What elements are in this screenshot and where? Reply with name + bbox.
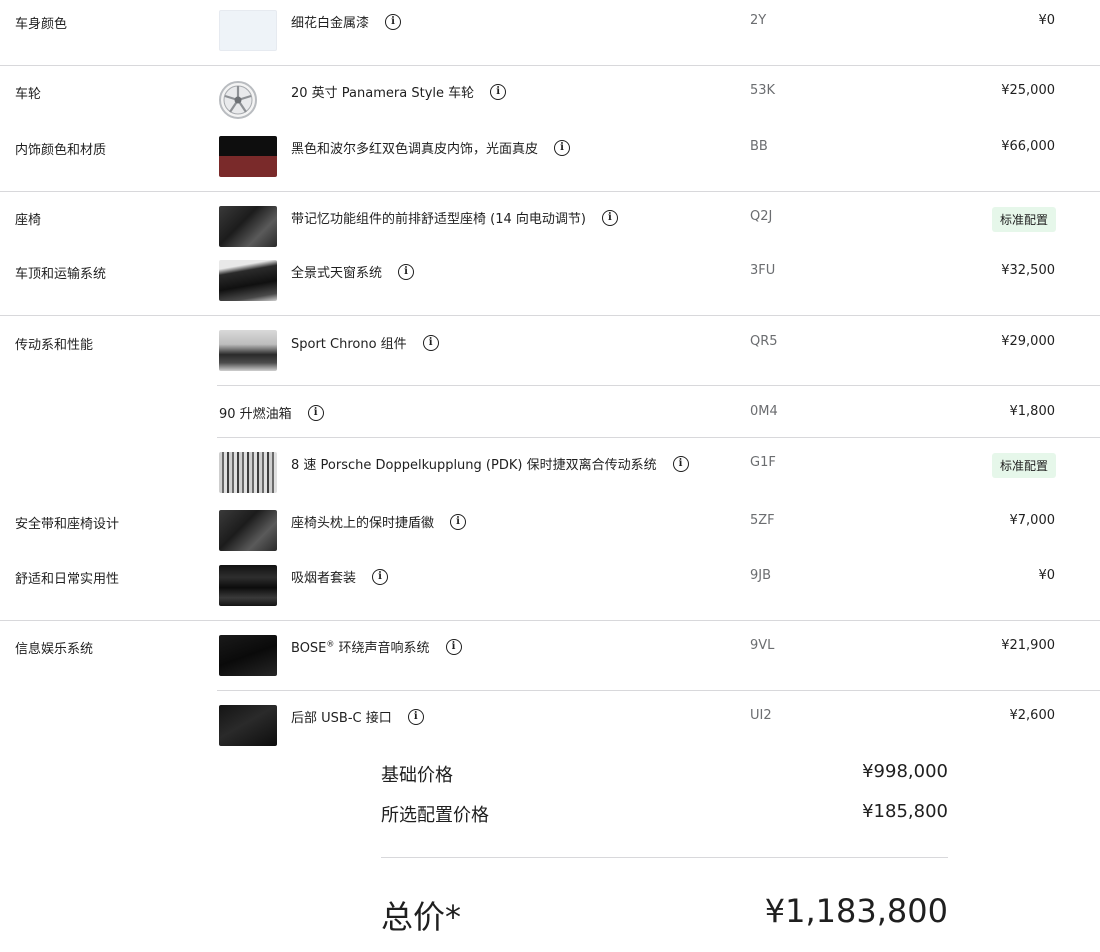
option-price: ¥29,000 bbox=[1001, 334, 1055, 349]
row-divider bbox=[217, 385, 1100, 386]
row-divider bbox=[217, 437, 1100, 438]
total-price-value: ¥1,183,800 bbox=[764, 892, 948, 930]
sport-chrono-thumbnail bbox=[219, 330, 277, 371]
category-label: 安全带和座椅设计 bbox=[15, 517, 120, 532]
option-code: QR5 bbox=[750, 334, 778, 349]
option-description: 带记忆功能组件的前排舒适型座椅 (14 向电动调节) bbox=[291, 212, 586, 227]
option-description: Sport Chrono 组件 bbox=[291, 337, 407, 352]
option-row: 细花白金属漆 i bbox=[291, 12, 402, 31]
category-label: 信息娱乐系统 bbox=[15, 642, 94, 657]
wheel-thumbnail bbox=[219, 79, 257, 121]
option-description: 细花白金属漆 bbox=[291, 16, 370, 31]
category-label: 车顶和运输系统 bbox=[15, 267, 107, 282]
option-code: G1F bbox=[750, 455, 776, 470]
option-code: UI2 bbox=[750, 708, 772, 723]
section-divider bbox=[0, 620, 1100, 621]
interior-swatch bbox=[219, 136, 277, 177]
option-code: 9VL bbox=[750, 638, 775, 653]
usb-c-thumbnail bbox=[219, 705, 277, 746]
row-divider bbox=[217, 690, 1100, 691]
option-code: Q2J bbox=[750, 209, 773, 224]
total-price-label: 总价* bbox=[381, 898, 462, 936]
info-icon[interactable]: i bbox=[445, 638, 462, 655]
option-code: 53K bbox=[750, 83, 776, 98]
transmission-thumbnail bbox=[219, 452, 277, 493]
option-row: 全景式天窗系统 i bbox=[291, 262, 415, 281]
option-price: ¥1,800 bbox=[1009, 404, 1056, 419]
option-row: Sport Chrono 组件 i bbox=[291, 333, 439, 352]
option-row: 黑色和波尔多红双色调真皮内饰，光面真皮 i bbox=[291, 138, 571, 157]
smoker-package-thumbnail bbox=[219, 565, 277, 606]
option-description: 8 速 Porsche Doppelkupplung (PDK) 保时捷双离合传… bbox=[291, 458, 657, 473]
option-code: 3FU bbox=[750, 263, 776, 278]
category-label: 车身颜色 bbox=[15, 17, 68, 32]
info-icon[interactable]: i bbox=[450, 513, 467, 530]
option-description: 座椅头枕上的保时捷盾徽 bbox=[291, 516, 435, 531]
info-icon[interactable]: i bbox=[398, 263, 415, 280]
seat-thumbnail bbox=[219, 206, 277, 247]
option-row: BOSE® 环绕声音响系统 i bbox=[291, 637, 462, 656]
option-row: 吸烟者套装 i bbox=[291, 567, 389, 586]
info-icon[interactable]: i bbox=[422, 334, 439, 351]
standard-badge: 标准配置 bbox=[991, 453, 1056, 478]
option-row: 8 速 Porsche Doppelkupplung (PDK) 保时捷双离合传… bbox=[291, 454, 689, 473]
info-icon[interactable]: i bbox=[372, 568, 389, 585]
option-code: 5ZF bbox=[750, 513, 775, 528]
info-icon[interactable]: i bbox=[490, 83, 507, 100]
standard-badge: 标准配置 bbox=[991, 207, 1056, 232]
option-price: ¥32,500 bbox=[1001, 263, 1055, 278]
option-description: 20 英寸 Panamera Style 车轮 bbox=[291, 86, 475, 101]
info-icon[interactable]: i bbox=[554, 139, 571, 156]
category-label: 内饰颜色和材质 bbox=[15, 143, 107, 158]
base-price-value: ¥998,000 bbox=[862, 761, 948, 782]
category-label: 座椅 bbox=[15, 213, 42, 228]
option-price: ¥2,600 bbox=[1009, 708, 1056, 723]
option-row: 带记忆功能组件的前排舒适型座椅 (14 向电动调节) i bbox=[291, 208, 618, 227]
option-description: BOSE® 环绕声音响系统 bbox=[291, 639, 430, 656]
info-icon[interactable]: i bbox=[407, 708, 424, 725]
info-icon[interactable]: i bbox=[307, 404, 324, 421]
info-icon[interactable]: i bbox=[385, 13, 402, 30]
option-price: ¥66,000 bbox=[1001, 139, 1055, 154]
info-icon[interactable]: i bbox=[601, 209, 618, 226]
options-price-label: 所选配置价格 bbox=[381, 805, 489, 826]
section-divider bbox=[0, 191, 1100, 192]
option-row: 座椅头枕上的保时捷盾徽 i bbox=[291, 512, 467, 531]
roof-thumbnail bbox=[219, 260, 277, 301]
option-code: 2Y bbox=[750, 13, 767, 28]
summary-divider bbox=[381, 857, 948, 858]
option-price: ¥0 bbox=[1038, 13, 1055, 28]
paint-swatch bbox=[219, 10, 277, 51]
option-price: ¥25,000 bbox=[1001, 83, 1055, 98]
info-icon[interactable]: i bbox=[672, 455, 689, 472]
category-label: 传动系和性能 bbox=[15, 338, 94, 353]
headrest-crest-thumbnail bbox=[219, 510, 277, 551]
option-price: ¥0 bbox=[1038, 568, 1055, 583]
category-label: 车轮 bbox=[15, 87, 42, 102]
option-code: BB bbox=[750, 139, 768, 154]
options-price-value: ¥185,800 bbox=[862, 801, 948, 822]
option-price: ¥21,900 bbox=[1001, 638, 1055, 653]
option-price: ¥7,000 bbox=[1009, 513, 1056, 528]
base-price-label: 基础价格 bbox=[381, 765, 453, 786]
option-description: 后部 USB-C 接口 bbox=[291, 711, 392, 726]
option-code: 0M4 bbox=[750, 404, 778, 419]
option-description: 全景式天窗系统 bbox=[291, 266, 383, 281]
option-description: 90 升燃油箱 bbox=[219, 407, 292, 422]
option-row: 90 升燃油箱 i bbox=[219, 403, 324, 422]
option-description: 黑色和波尔多红双色调真皮内饰，光面真皮 bbox=[291, 142, 539, 157]
section-divider bbox=[0, 65, 1100, 66]
option-row: 后部 USB-C 接口 i bbox=[291, 707, 424, 726]
option-code: 9JB bbox=[750, 568, 772, 583]
option-description: 吸烟者套装 bbox=[291, 571, 357, 586]
bose-thumbnail bbox=[219, 635, 277, 676]
option-row: 20 英寸 Panamera Style 车轮 i bbox=[291, 82, 507, 101]
category-label: 舒适和日常实用性 bbox=[15, 572, 120, 587]
section-divider bbox=[0, 315, 1100, 316]
